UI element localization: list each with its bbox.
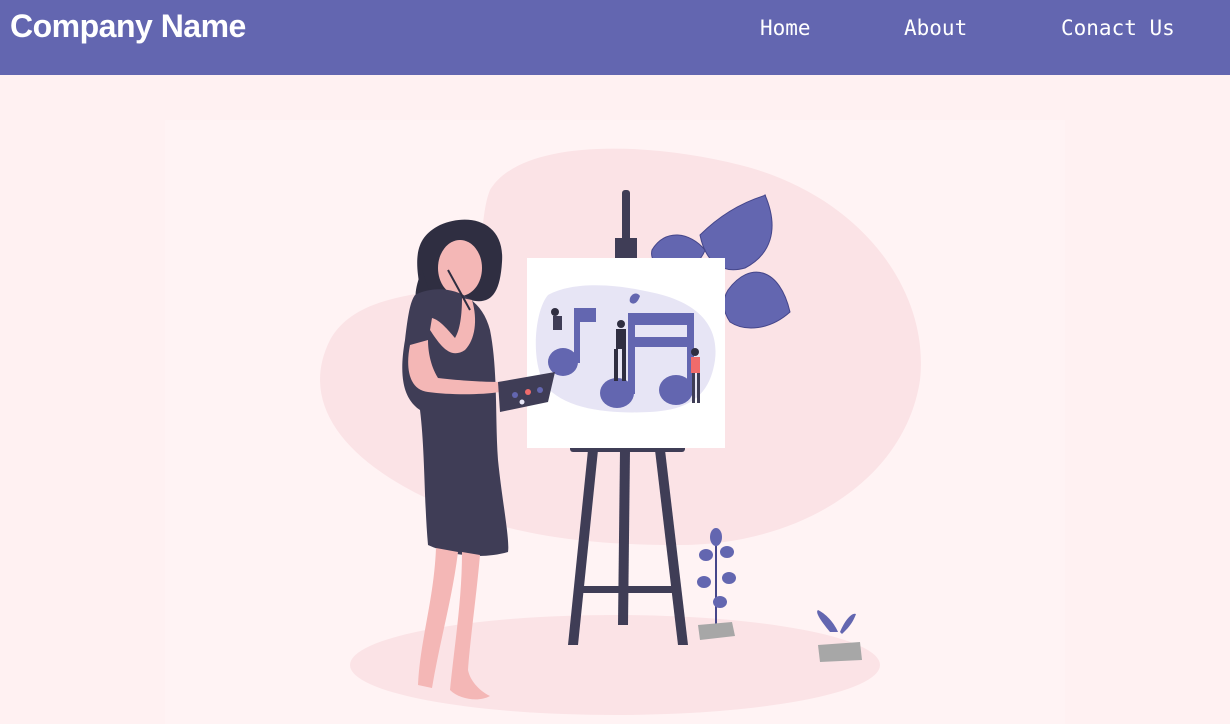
hero-section — [0, 75, 1230, 724]
navbar: Company Name Home About Conact Us — [0, 0, 1230, 75]
nav-link-contact-us[interactable]: Conact Us — [1061, 14, 1175, 42]
company-name-logo[interactable]: Company Name — [10, 6, 246, 46]
nav-link-home[interactable]: Home — [760, 14, 811, 42]
painter-at-easel-illustration — [165, 120, 1065, 724]
nav-link-about[interactable]: About — [904, 14, 967, 42]
